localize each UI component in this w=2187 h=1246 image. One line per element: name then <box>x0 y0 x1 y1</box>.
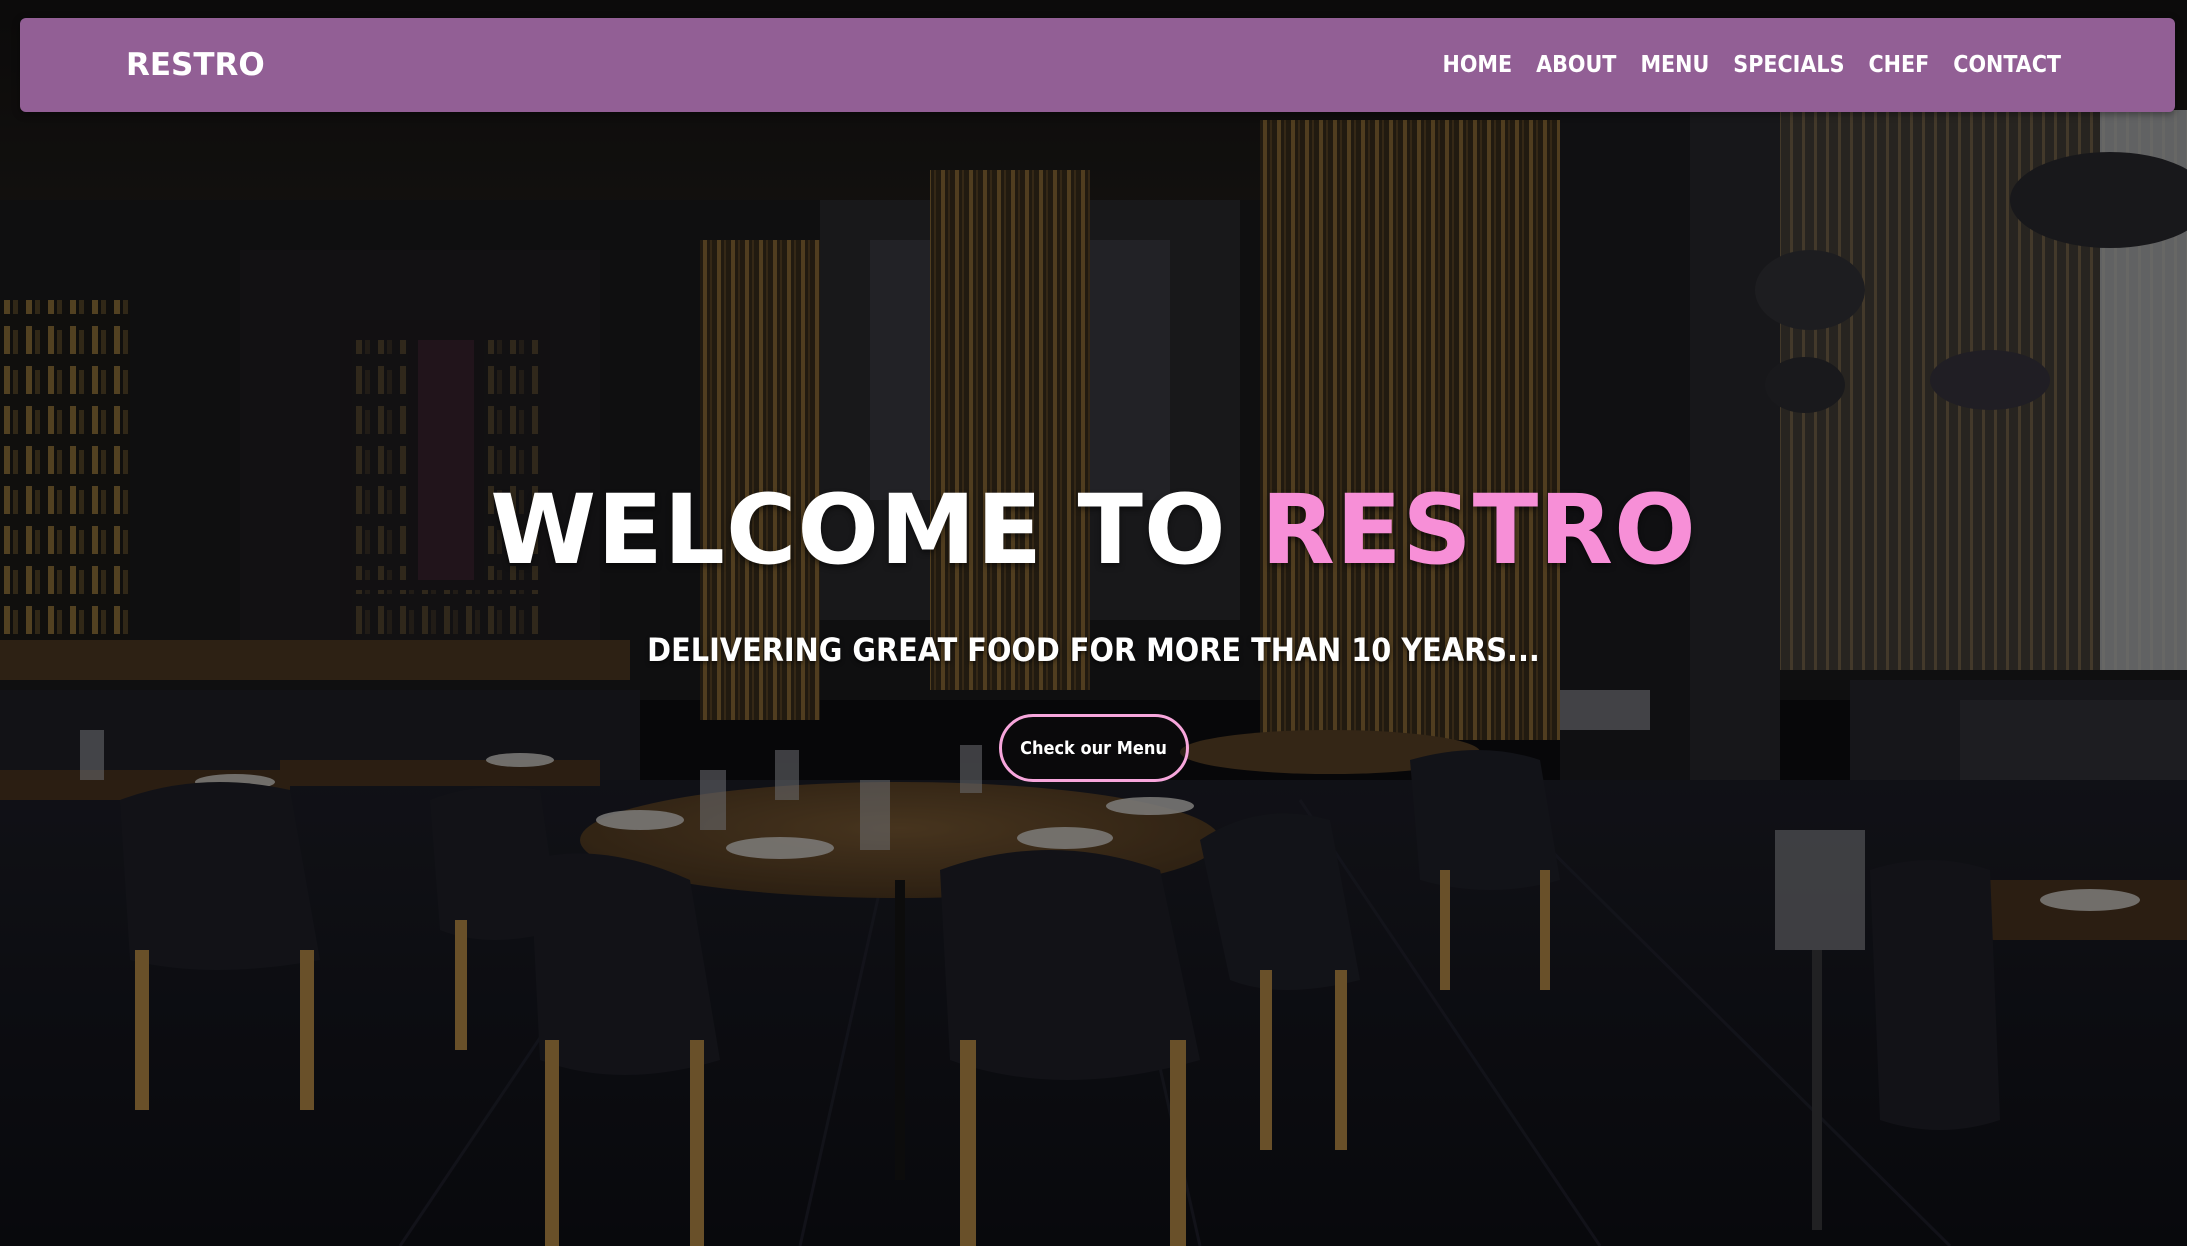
check-menu-button[interactable]: Check our Menu <box>998 714 1189 782</box>
nav-link-home[interactable]: HOME <box>1443 52 1513 78</box>
nav-item-contact: CONTACT <box>1953 52 2061 78</box>
nav-link-contact[interactable]: CONTACT <box>1953 52 2061 78</box>
nav-link-specials[interactable]: SPECIALS <box>1733 52 1844 78</box>
hero-content: WELCOME TO RESTRO DELIVERING GREAT FOOD … <box>0 470 2187 782</box>
top-navbar: RESTRO HOME ABOUT MENU SPECIALS CHEF CON… <box>20 18 2175 112</box>
hero-title: WELCOME TO RESTRO <box>0 470 2187 590</box>
nav-item-menu: MENU <box>1640 52 1709 78</box>
nav-link-menu[interactable]: MENU <box>1640 52 1709 78</box>
hero-section: RESTRO HOME ABOUT MENU SPECIALS CHEF CON… <box>0 0 2187 1246</box>
nav-item-specials: SPECIALS <box>1733 52 1844 78</box>
hero-title-lead: WELCOME TO <box>490 474 1262 586</box>
nav-link-chef[interactable]: CHEF <box>1868 52 1929 78</box>
nav-item-home: HOME <box>1443 52 1513 78</box>
hero-title-accent: RESTRO <box>1261 474 1697 586</box>
hero-subtitle: DELIVERING GREAT FOOD FOR MORE THAN 10 Y… <box>647 631 1540 669</box>
brand-logo-link[interactable]: RESTRO <box>126 18 265 112</box>
nav-link-about[interactable]: ABOUT <box>1536 52 1616 78</box>
nav-item-about: ABOUT <box>1536 52 1616 78</box>
nav-links: HOME ABOUT MENU SPECIALS CHEF CONTACT <box>1443 18 2062 112</box>
nav-item-chef: CHEF <box>1868 52 1929 78</box>
